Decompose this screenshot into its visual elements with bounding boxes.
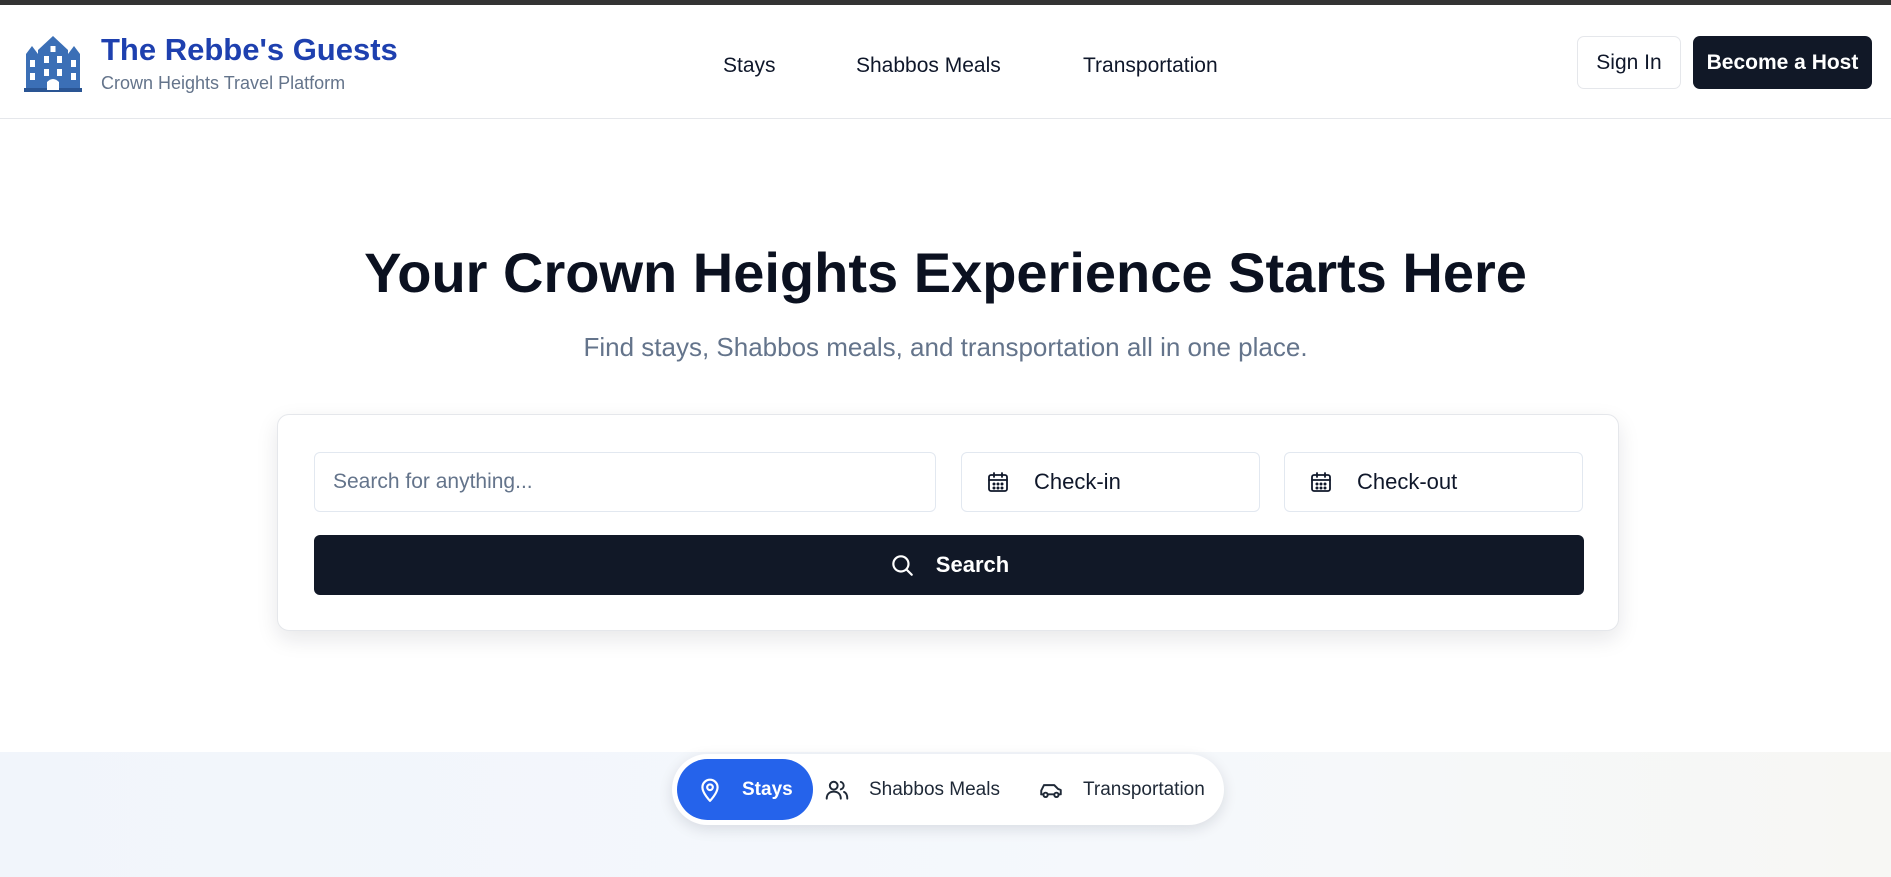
tab-transportation[interactable]: Transportation [1018, 759, 1225, 820]
tab-stays[interactable]: Stays [677, 759, 813, 820]
nav-item-transportation[interactable]: Transportation [1083, 51, 1218, 81]
car-icon [1040, 783, 1062, 798]
tab-stays-label: Stays [742, 778, 793, 800]
map-pin-icon [701, 778, 719, 802]
nav-item-shabbos-meals[interactable]: Shabbos Meals [856, 51, 1001, 81]
tab-shabbos-meals-label: Shabbos Meals [869, 778, 1000, 800]
search-input[interactable] [314, 452, 936, 512]
category-tabs: Stays Shabbos Meals Transportation [672, 754, 1224, 825]
calendar-icon [1311, 472, 1331, 492]
users-icon [825, 780, 849, 800]
sign-in-button[interactable]: Sign In [1577, 36, 1681, 89]
check-in-field[interactable]: Check-in [961, 452, 1260, 512]
nav-item-stays[interactable]: Stays [723, 51, 776, 81]
site-header: The Rebbe's Guests Crown Heights Travel … [0, 5, 1891, 119]
search-card: Check-in Check-out Search [277, 414, 1619, 631]
check-out-field[interactable]: Check-out [1284, 452, 1583, 512]
hero-subtitle: Find stays, Shabbos meals, and transport… [583, 332, 1308, 362]
check-in-label: Check-in [1034, 469, 1121, 494]
check-out-label: Check-out [1357, 469, 1458, 494]
calendar-icon [988, 472, 1008, 492]
search-button-label: Search [935, 552, 1010, 577]
tab-transportation-label: Transportation [1083, 778, 1205, 800]
search-button[interactable]: Search [314, 535, 1584, 595]
become-host-button[interactable]: Become a Host [1693, 36, 1872, 89]
tab-shabbos-meals[interactable]: Shabbos Meals [804, 759, 1020, 820]
search-icon [892, 555, 913, 576]
hero-title: Your Crown Heights Experience Starts Her… [364, 241, 1527, 304]
